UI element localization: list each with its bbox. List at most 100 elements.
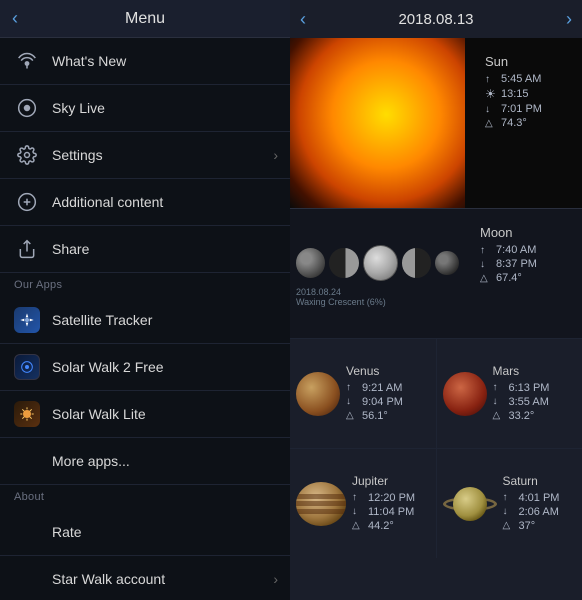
menu-item-settings[interactable]: Settings › xyxy=(0,132,290,179)
menu-item-share[interactable]: Share xyxy=(0,226,290,273)
moon-altitude-icon: △ xyxy=(480,273,492,284)
jupiter-rise-row: ↑ 12:20 PM xyxy=(352,492,415,504)
sun-transit-time: 13:15 xyxy=(501,88,529,100)
share-icon xyxy=(14,236,40,262)
sun-transit-row: ☀ 13:15 xyxy=(485,87,574,101)
jupiter-altitude-row: △ 44.2° xyxy=(352,520,415,532)
celestial-content: Sun ↑ 5:45 AM ☀ 13:15 ↓ 7:01 PM △ 74.3° xyxy=(290,38,582,600)
settings-chevron: › xyxy=(273,147,278,163)
rate-label: Rate xyxy=(52,524,82,540)
account-spacer xyxy=(14,566,40,592)
jupiter-rise-time: 12:20 PM xyxy=(368,492,415,504)
satellite-tracker-label: Satellite Tracker xyxy=(52,312,152,328)
jupiter-altitude-icon: △ xyxy=(352,520,364,531)
sun-rise-icon: ↑ xyxy=(485,74,497,85)
moon-rise-time: 7:40 AM xyxy=(496,244,536,256)
mars-altitude-icon: △ xyxy=(493,410,505,421)
menu-item-solar-walk-2[interactable]: Solar Walk 2 Free xyxy=(0,344,290,391)
back-button[interactable]: ‹ xyxy=(12,8,18,29)
saturn-set-row: ↓ 2:06 AM xyxy=(503,506,560,518)
right-panel: ‹ 2018.08.13 › Sun ↑ 5:45 AM ☀ 13:15 ↓ 7… xyxy=(290,0,582,600)
venus-set-icon: ↓ xyxy=(346,396,358,407)
rate-spacer xyxy=(14,519,40,545)
whats-new-label: What's New xyxy=(52,53,126,69)
moon-altitude: 67.4° xyxy=(496,272,522,284)
saturn-altitude: 37° xyxy=(519,520,536,532)
saturn-set-time: 2:06 AM xyxy=(519,506,559,518)
jupiter-set-icon: ↓ xyxy=(352,506,364,517)
moon-set-icon: ↓ xyxy=(480,259,492,270)
saturn-set-icon: ↓ xyxy=(503,506,515,517)
sun-name: Sun xyxy=(485,54,574,69)
sun-visual xyxy=(290,38,465,208)
saturn-altitude-row: △ 37° xyxy=(503,520,560,532)
left-panel: ‹ Menu What's New Sky xyxy=(0,0,290,600)
gear-icon xyxy=(14,142,40,168)
saturn-visual xyxy=(443,482,497,526)
sun-altitude: 74.3° xyxy=(501,117,527,129)
menu-item-more-apps[interactable]: More apps... xyxy=(0,438,290,485)
venus-visual xyxy=(296,372,340,416)
venus-info: Venus ↑ 9:21 AM ↓ 9:04 PM △ 56.1° xyxy=(346,364,403,424)
star-walk-account-chevron: › xyxy=(273,571,278,587)
satellite-tracker-icon xyxy=(14,307,40,333)
sky-live-label: Sky Live xyxy=(52,100,105,116)
right-header: ‹ 2018.08.13 › xyxy=(290,0,582,38)
menu-item-whats-new[interactable]: What's New xyxy=(0,38,290,85)
venus-rise-row: ↑ 9:21 AM xyxy=(346,382,403,394)
solar-walk-lite-label: Solar Walk Lite xyxy=(52,406,146,422)
jupiter-saturn-row: Jupiter ↑ 12:20 PM ↓ 11:04 PM △ 44.2° xyxy=(290,448,582,558)
star-walk-account-label: Star Walk account xyxy=(52,571,165,587)
mars-rise-icon: ↑ xyxy=(493,382,505,393)
mars-info: Mars ↑ 6:13 PM ↓ 3:55 AM △ 33.2° xyxy=(493,364,550,424)
menu-item-additional-content[interactable]: Additional content xyxy=(0,179,290,226)
mars-name: Mars xyxy=(493,364,550,378)
moon-rise-row: ↑ 7:40 AM xyxy=(480,244,574,256)
menu-item-star-walk-account[interactable]: Star Walk account › xyxy=(0,556,290,600)
sun-info: Sun ↑ 5:45 AM ☀ 13:15 ↓ 7:01 PM △ 74.3° xyxy=(477,48,582,137)
venus-cell: Venus ↑ 9:21 AM ↓ 9:04 PM △ 56.1° xyxy=(290,339,437,448)
venus-name: Venus xyxy=(346,364,403,378)
radio-waves-icon xyxy=(14,48,40,74)
moon-rise-icon: ↑ xyxy=(480,245,492,256)
next-date-button[interactable]: › xyxy=(566,9,572,30)
moon-altitude-row: △ 67.4° xyxy=(480,272,574,284)
mars-set-icon: ↓ xyxy=(493,396,505,407)
jupiter-cell: Jupiter ↑ 12:20 PM ↓ 11:04 PM △ 44.2° xyxy=(290,449,437,558)
mars-altitude: 33.2° xyxy=(509,410,535,422)
mars-altitude-row: △ 33.2° xyxy=(493,410,550,422)
solar-walk-2-icon xyxy=(14,354,40,380)
left-header: ‹ Menu xyxy=(0,0,290,38)
moon-name: Moon xyxy=(480,225,574,240)
current-date: 2018.08.13 xyxy=(398,11,473,28)
menu-item-satellite-tracker[interactable]: Satellite Tracker xyxy=(0,297,290,344)
menu-list: What's New Sky Live Settings › xyxy=(0,38,290,600)
menu-item-sky-live[interactable]: Sky Live xyxy=(0,85,290,132)
menu-item-solar-walk-lite[interactable]: Solar Walk Lite xyxy=(0,391,290,438)
moon-phase-desc: Waxing Crescent (6%) xyxy=(296,297,459,307)
mars-rise-row: ↑ 6:13 PM xyxy=(493,382,550,394)
mars-rise-time: 6:13 PM xyxy=(509,382,550,394)
solar-walk-2-label: Solar Walk 2 Free xyxy=(52,359,164,375)
sun-transit-icon: ☀ xyxy=(485,87,497,101)
sun-altitude-row: △ 74.3° xyxy=(485,117,574,129)
prev-date-button[interactable]: ‹ xyxy=(300,9,306,30)
sun-rise-time: 5:45 AM xyxy=(501,73,541,85)
venus-set-row: ↓ 9:04 PM xyxy=(346,396,403,408)
circle-dot-icon xyxy=(14,95,40,121)
menu-title: Menu xyxy=(125,10,165,28)
saturn-rise-row: ↑ 4:01 PM xyxy=(503,492,560,504)
saturn-rise-icon: ↑ xyxy=(503,492,515,503)
moon-set-row: ↓ 8:37 PM xyxy=(480,258,574,270)
jupiter-set-time: 11:04 PM xyxy=(368,506,414,518)
venus-rise-icon: ↑ xyxy=(346,382,358,393)
saturn-planet xyxy=(453,487,487,521)
jupiter-rise-icon: ↑ xyxy=(352,492,364,503)
about-section-label: About xyxy=(0,485,290,509)
menu-item-rate[interactable]: Rate xyxy=(0,509,290,556)
more-apps-label: More apps... xyxy=(52,453,130,469)
sun-section: Sun ↑ 5:45 AM ☀ 13:15 ↓ 7:01 PM △ 74.3° xyxy=(290,38,582,208)
sun-set-time: 7:01 PM xyxy=(501,103,542,115)
sun-set-icon: ↓ xyxy=(485,104,497,115)
jupiter-name: Jupiter xyxy=(352,474,415,488)
